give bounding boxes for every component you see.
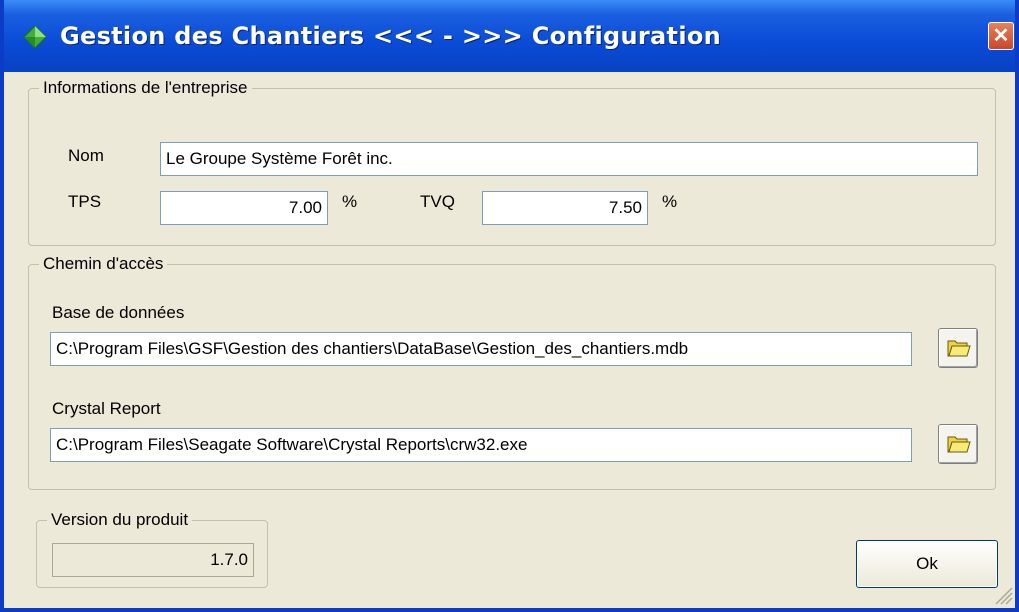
version-legend: Version du produit: [47, 509, 193, 531]
database-label: Base de données: [52, 303, 185, 322]
app-gem-icon: [23, 25, 47, 49]
path-legend: Chemin d'accès: [39, 253, 168, 275]
folder-open-icon: [947, 436, 971, 453]
config-window: Gestion des Chantiers <<< - >>> Configur…: [0, 0, 1019, 612]
nom-input[interactable]: Le Groupe Système Forêt inc.: [160, 142, 978, 176]
close-button[interactable]: ✕: [988, 22, 1014, 50]
company-info-legend: Informations de l'entreprise: [39, 77, 252, 99]
crystal-browse-button[interactable]: [938, 424, 978, 464]
resize-grip-icon[interactable]: [992, 580, 1014, 606]
tps-unit: %: [342, 192, 358, 211]
version-value: 1.7.0: [52, 543, 254, 577]
window-title: Gestion des Chantiers <<< - >>> Configur…: [60, 22, 722, 50]
close-icon: ✕: [992, 25, 1010, 47]
nom-label: Nom: [68, 146, 104, 165]
database-browse-button[interactable]: [938, 328, 978, 368]
database-path-input[interactable]: C:\Program Files\GSF\Gestion des chantie…: [50, 332, 912, 366]
tvq-label: TVQ: [420, 192, 455, 211]
crystal-label: Crystal Report: [52, 399, 161, 418]
title-bar[interactable]: Gestion des Chantiers <<< - >>> Configur…: [4, 0, 1015, 72]
tps-label: TPS: [68, 192, 102, 211]
tvq-unit: %: [662, 192, 678, 211]
folder-open-icon: [947, 340, 971, 357]
ok-button[interactable]: Ok: [856, 540, 998, 588]
tps-input[interactable]: 7.00: [160, 191, 328, 225]
crystal-path-input[interactable]: C:\Program Files\Seagate Software\Crysta…: [50, 428, 912, 462]
tvq-input[interactable]: 7.50: [482, 191, 648, 225]
